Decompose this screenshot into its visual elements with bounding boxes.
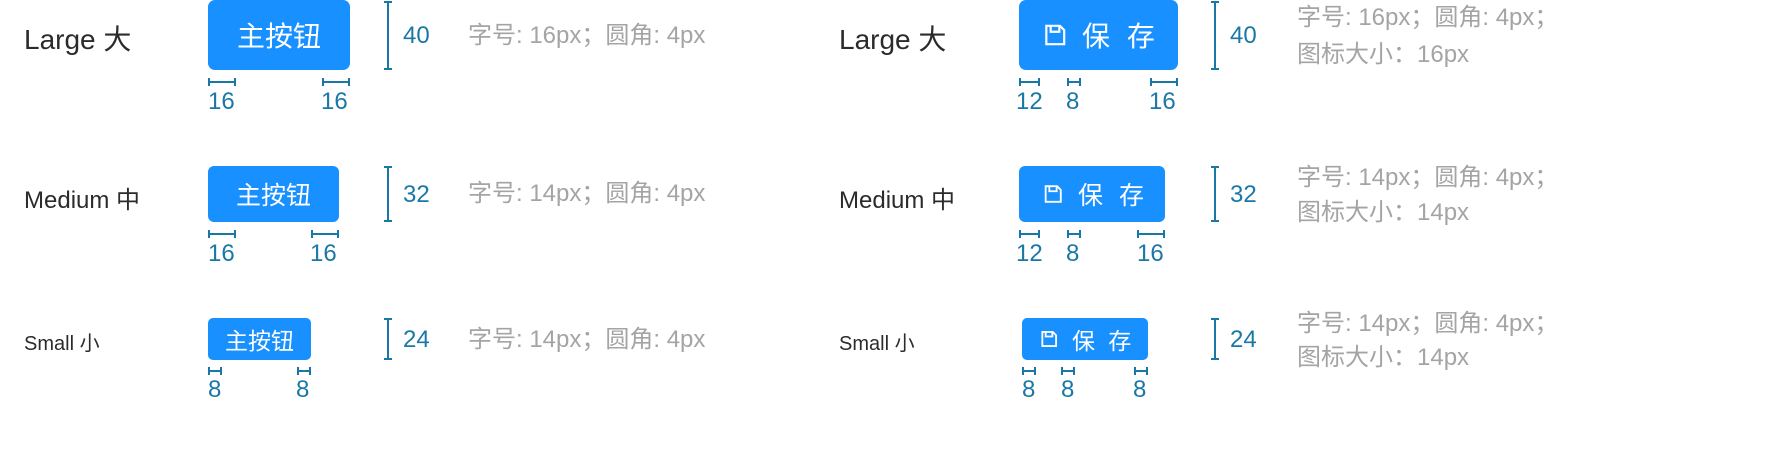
padding-right-value: 8 [296,376,310,403]
icon-gap-marker [1061,367,1075,375]
icon-height-marker [1211,166,1219,222]
save-icon [1041,182,1065,206]
padding-right-value: 16 [321,88,348,115]
primary-button-small[interactable]: 主按钮 [208,318,311,360]
height-marker [384,1,392,70]
padding-right-marker [322,78,350,86]
icon-padding-left-value: 12 [1016,240,1043,267]
primary-button-large[interactable]: 主按钮 [208,0,350,70]
size-label-medium-icon: Medium 中 [839,187,956,214]
save-button-medium[interactable]: 保 存 [1019,166,1165,222]
icon-padding-left-marker [1022,367,1036,375]
padding-left-value: 8 [208,376,222,403]
save-button-label: 保 存 [1082,20,1159,53]
icon-padding-right-marker [1137,230,1165,238]
height-marker [384,318,392,360]
padding-right-marker [311,230,339,238]
primary-button-medium[interactable]: 主按钮 [208,166,339,222]
spec-text-line-1: 字号: 14px；圆角: 4px； [1297,310,1559,337]
save-button-large[interactable]: 保 存 [1019,0,1178,70]
spec-text: 字号: 14px；圆角: 4px [468,326,706,353]
primary-button-label: 主按钮 [236,20,321,53]
icon-padding-left-marker [1019,230,1040,238]
icon-height-marker [1211,1,1219,70]
spec-text-line-2: 图标大小：14px [1297,344,1470,371]
save-button-label: 保 存 [1072,329,1135,355]
size-label-medium: Medium 中 [24,187,141,214]
primary-button-label: 主按钮 [225,329,294,355]
size-label-large: Large 大 [24,24,132,55]
height-value: 40 [403,22,430,49]
icon-gap-value: 8 [1066,88,1080,115]
save-icon [1041,21,1069,49]
icon-padding-right-value: 8 [1133,376,1147,403]
spec-text: 字号: 16px；圆角: 4px [468,22,706,49]
icon-gap-marker [1067,230,1081,238]
icon-height-value: 32 [1230,181,1257,208]
save-button-small[interactable]: 保 存 [1022,318,1148,360]
height-value: 32 [403,181,430,208]
padding-left-marker [208,367,222,375]
icon-padding-right-marker [1134,367,1148,375]
icon-height-value: 24 [1230,326,1257,353]
save-icon [1038,328,1060,350]
icon-padding-left-value: 8 [1022,376,1036,403]
padding-left-value: 16 [208,240,235,267]
spec-text-line-2: 图标大小：16px [1297,41,1470,68]
size-label-large-icon: Large 大 [839,24,947,55]
padding-left-marker [208,78,236,86]
height-marker [384,166,392,222]
size-label-small: Small 小 [24,333,100,355]
icon-height-value: 40 [1230,22,1257,49]
icon-padding-right-value: 16 [1149,88,1176,115]
spec-text-line-1: 字号: 16px；圆角: 4px； [1297,4,1559,31]
spec-text-line-2: 图标大小：14px [1297,199,1470,226]
padding-left-value: 16 [208,88,235,115]
padding-left-marker [208,230,236,238]
icon-padding-left-marker [1019,78,1040,86]
padding-right-value: 16 [310,240,337,267]
primary-button-label: 主按钮 [235,181,311,210]
icon-padding-left-value: 12 [1016,88,1043,115]
padding-right-marker [297,367,311,375]
save-button-label: 保 存 [1078,181,1148,210]
icon-padding-right-value: 16 [1137,240,1164,267]
icon-gap-marker [1067,78,1081,86]
size-label-small-icon: Small 小 [839,333,915,355]
icon-height-marker [1211,318,1219,360]
icon-gap-value: 8 [1061,376,1075,403]
spec-text: 字号: 14px；圆角: 4px [468,180,706,207]
height-value: 24 [403,326,430,353]
icon-gap-value: 8 [1066,240,1080,267]
icon-padding-right-marker [1150,78,1178,86]
spec-text-line-1: 字号: 14px；圆角: 4px； [1297,164,1559,191]
